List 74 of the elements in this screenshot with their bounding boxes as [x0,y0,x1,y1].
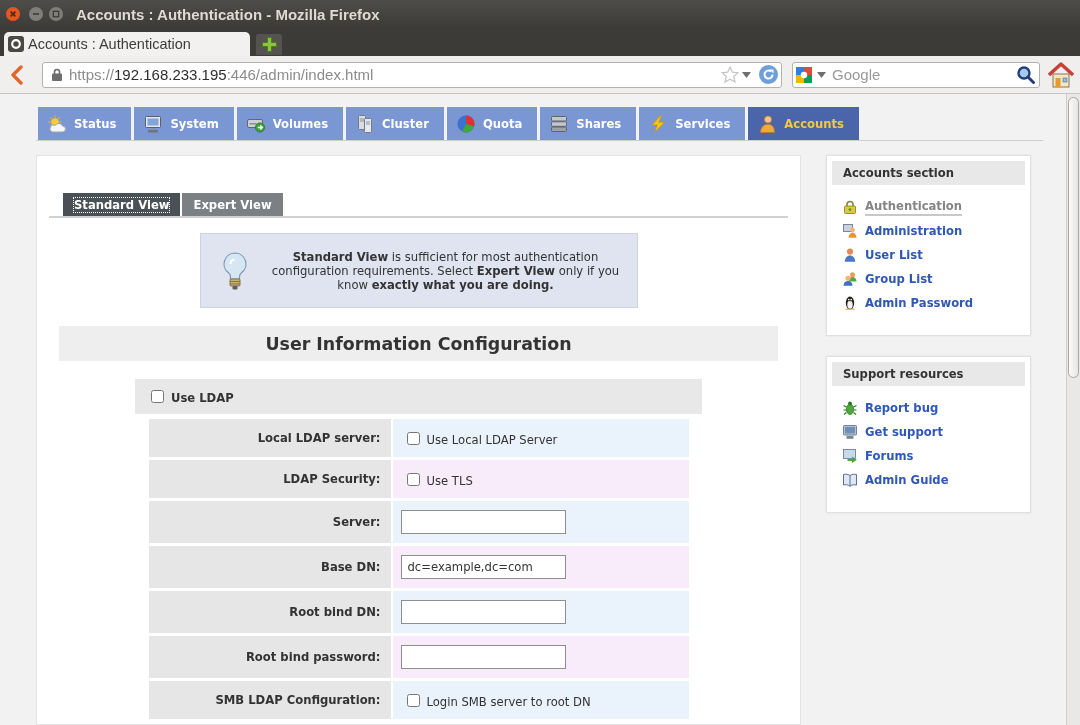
monitor-icon [144,114,163,133]
window-title: Accounts : Authentication - Mozilla Firefox [76,5,380,23]
sidebar-link[interactable]: Authentication [843,195,963,219]
field-label: Base DN: [148,546,391,588]
padlock-icon [843,200,857,214]
info-text: Standard View is sufficient for most authentication configuration requirements. Select Expert View only if you know exactly what you are doing. [270,249,621,292]
sidebar-link[interactable]: Report bug [843,396,939,420]
caret-icon[interactable] [817,71,826,78]
sidebar-heading: Support resources [832,362,1025,386]
pie-chart-icon [456,114,475,133]
sidebar-link[interactable]: User List [843,243,923,267]
scrollbar-thumb[interactable] [1068,97,1079,378]
section-heading: User Information Configuration [59,326,778,361]
sidebar-link[interactable]: Group List [843,267,933,291]
person-icon [758,114,777,133]
checkbox-label: Login SMB server to root DN [426,694,591,709]
reload-icon[interactable] [759,65,778,84]
nav-tab[interactable]: Accounts [748,107,859,140]
penguin-icon [843,296,857,310]
field-label: Root bind password: [148,636,391,678]
view-tab[interactable]: Expert View [182,193,283,216]
checkbox[interactable] [406,693,420,707]
new-tab-button[interactable] [256,34,282,55]
field-label: Root bind DN: [148,591,391,633]
close-icon[interactable] [6,7,20,21]
text-field[interactable]: dc=example,dc=com [400,555,566,579]
screen-arrow-icon [843,449,857,463]
checkbox-label: Use LDAP [171,390,234,405]
lock-icon [52,68,62,81]
server-icon [356,114,375,133]
lightning-icon [649,114,668,133]
text-field[interactable] [400,600,566,624]
search-field[interactable]: Google [792,61,1040,88]
drive-stack-icon [550,114,569,133]
maximize-icon[interactable] [49,7,63,21]
browser-tab[interactable]: Accounts : Authentication [4,32,250,56]
sidebar-link[interactable]: Get support [843,420,943,444]
checkbox[interactable] [406,431,420,445]
sidebar-link[interactable]: Forums [843,444,914,468]
lightbulb-icon [222,251,247,290]
sun-cloud-icon [48,114,66,133]
group-icon [843,272,857,286]
monitor-icon [843,425,857,439]
home-icon[interactable] [1048,61,1074,88]
user-icon [843,248,857,262]
search-icon[interactable] [1017,65,1035,84]
person-screen-icon [843,224,857,238]
search-input[interactable]: Google [832,66,1017,83]
star-icon[interactable] [721,65,739,84]
checkbox-label: Use TLS [426,473,473,488]
plus-icon [261,37,277,52]
sidebar-link[interactable]: Admin Password [843,291,974,315]
sidebar-link[interactable]: Administration [843,219,963,243]
checkbox-label: Use Local LDAP Server [426,432,558,447]
text-field[interactable] [400,510,566,534]
sidebar-heading: Accounts section [832,161,1025,185]
url-text: https://192.168.233.195:446/admin/index.html [69,66,375,83]
address-field[interactable]: https://192.168.233.195:446/admin/index.html [42,61,782,88]
back-icon[interactable] [9,64,25,85]
field-label: Local LDAP server: [148,419,391,457]
caret-icon[interactable] [742,71,751,78]
field-label: SMB LDAP Configuration: [148,681,391,719]
ring-tile-icon [8,36,24,52]
field-label: Server: [148,501,391,543]
checkbox[interactable] [406,472,420,486]
view-tab[interactable]: Standard View [63,193,181,216]
sidebar-link[interactable]: Admin Guide [843,468,949,492]
minimize-icon[interactable] [29,7,43,21]
checkbox[interactable] [151,390,164,403]
open-book-icon [843,473,857,487]
password-field[interactable] [400,645,566,669]
search-engine-icon[interactable] [796,66,812,83]
field-label: LDAP Security: [148,460,391,498]
bug-icon [843,401,857,415]
